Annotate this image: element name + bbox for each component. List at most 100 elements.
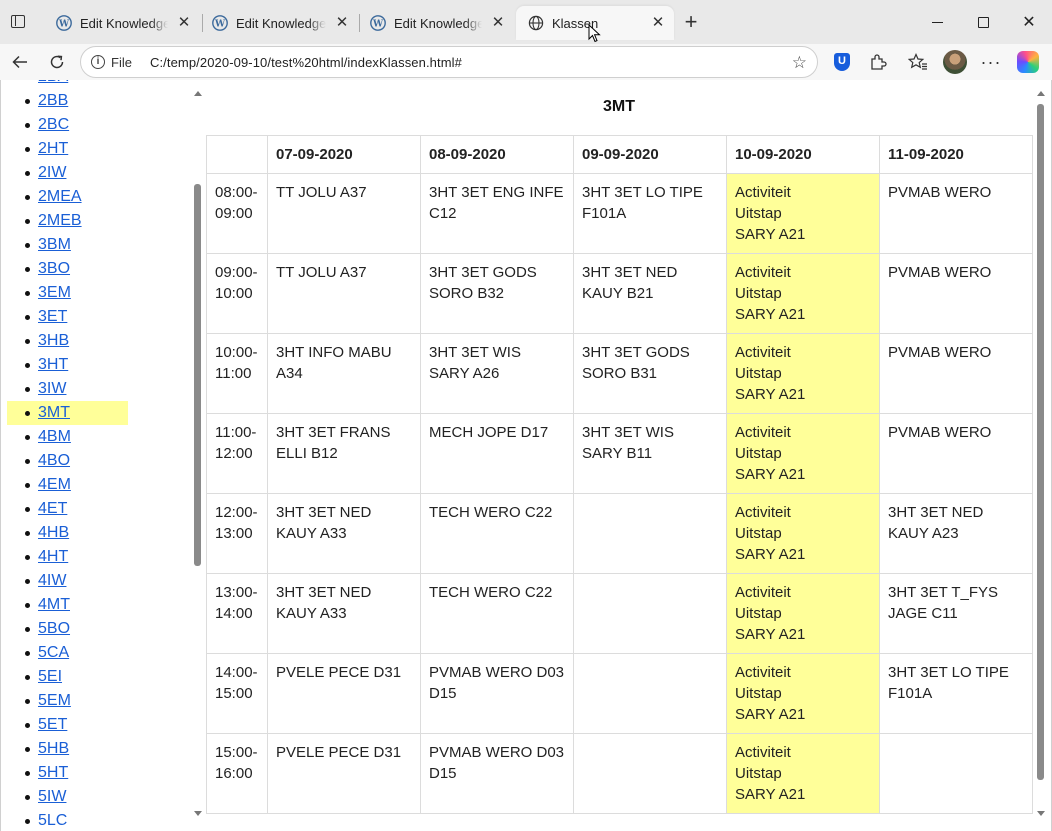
time-slot: 10:00- 11:00 [206, 333, 268, 414]
main-scrollbar[interactable] [1035, 86, 1047, 826]
sidebar-item-3bo: 3BO [7, 257, 192, 281]
new-tab-button[interactable]: + [681, 11, 701, 33]
class-link[interactable]: 3HB [38, 332, 69, 349]
close-window-button[interactable]: ✕ [1006, 8, 1052, 36]
class-link[interactable]: 3BM [38, 236, 71, 253]
lesson-cell: MECH JOPE D17 [420, 413, 574, 494]
tab-close-icon[interactable]: ✕ [650, 15, 666, 31]
class-link[interactable]: 5ET [38, 716, 67, 733]
lesson-cell: 3HT 3ET NED KAUY B21 [573, 253, 727, 334]
class-link[interactable]: 3BO [38, 260, 70, 277]
reload-button[interactable] [43, 49, 71, 75]
tab-close-icon[interactable]: ✕ [334, 15, 350, 31]
class-link[interactable]: 3HT [38, 356, 68, 373]
class-link[interactable]: 2IW [38, 164, 66, 181]
wordpress-icon: W [370, 15, 386, 31]
lesson-cell: 3HT 3ET GODS SORO B32 [420, 253, 574, 334]
class-link[interactable]: 2BA [38, 80, 68, 85]
url-text[interactable]: C:/temp/2020-09-10/test%20html/indexKlas… [150, 55, 462, 70]
scroll-up-icon[interactable] [194, 91, 202, 96]
class-link[interactable]: 5CA [38, 644, 69, 661]
time-text: 09:00 [215, 205, 253, 222]
class-link[interactable]: 4EM [38, 476, 71, 493]
class-link[interactable]: 4BO [38, 452, 70, 469]
class-link[interactable]: 3MT [38, 404, 70, 421]
tab-edit-knowledge-base-2[interactable]: W Edit Knowledge Base Article ✕ [200, 6, 358, 40]
favorites-button[interactable] [906, 50, 930, 74]
maximize-icon [977, 16, 989, 28]
schedule-row: 11:00- 12:00 3HT 3ET FRANS ELLI B12 MECH JO… [206, 413, 1033, 494]
lesson-text: Uitstap [735, 285, 782, 302]
sidebar-item-5ca: 5CA [7, 641, 192, 665]
class-link[interactable]: 5LC [38, 812, 67, 825]
class-link[interactable]: 3ET [38, 308, 67, 325]
lesson-text: 3HT 3ET ENG INFE C12 [429, 184, 564, 222]
class-link[interactable]: 4BM [38, 428, 71, 445]
time-text: 10:00- [215, 344, 258, 361]
more-menu-button[interactable]: ··· [979, 50, 1003, 74]
tab-edit-knowledge-base-1[interactable]: W Edit Knowledge Base Article ✕ [44, 6, 200, 40]
lesson-text: SARY A21 [735, 546, 806, 563]
tab-actions-icon[interactable] [8, 12, 30, 34]
class-link[interactable]: 5EM [38, 692, 71, 709]
class-link[interactable]: 5IW [38, 788, 66, 805]
favorite-star-icon[interactable]: ☆ [792, 53, 807, 73]
class-link[interactable]: 4HB [38, 524, 69, 541]
sidebar-item-5iw: 5IW [7, 785, 192, 809]
class-link[interactable]: 2BB [38, 92, 68, 109]
arrow-left-icon [12, 55, 27, 69]
class-link[interactable]: 4ET [38, 500, 67, 517]
sidebar-item-5et: 5ET [7, 713, 192, 737]
lesson-cell: TT JOLU A37 [267, 173, 421, 254]
scroll-up-icon[interactable] [1037, 91, 1045, 96]
tab-close-icon[interactable]: ✕ [490, 15, 506, 31]
wordpress-icon: W [212, 15, 228, 31]
class-link[interactable]: 3IW [38, 380, 66, 397]
scroll-down-icon[interactable] [194, 811, 202, 816]
page-title: 3MT [603, 98, 635, 115]
tab-close-icon[interactable]: ✕ [176, 15, 192, 31]
lesson-cell: 3HT 3ET T_FYS JAGE C11 [879, 573, 1033, 654]
time-text: 13:00- [215, 584, 258, 601]
class-link[interactable]: 4IW [38, 572, 66, 589]
lesson-cell: PVMAB WERO [879, 333, 1033, 414]
time-text: 14:00 [215, 605, 253, 622]
bitwarden-extension-button[interactable]: U [830, 50, 854, 74]
extensions-button[interactable] [866, 50, 890, 74]
class-link[interactable]: 4HT [38, 548, 68, 565]
tab-edit-knowledge-base-3[interactable]: W Edit Knowledge Base Article ✕ [358, 6, 514, 40]
minimize-button[interactable] [914, 8, 960, 36]
scroll-down-icon[interactable] [1037, 811, 1045, 816]
profile-button[interactable] [943, 50, 967, 74]
class-link[interactable]: 2HT [38, 140, 68, 157]
copilot-button[interactable] [1016, 50, 1040, 74]
back-button[interactable] [6, 49, 34, 75]
info-icon[interactable]: i [91, 55, 105, 69]
class-list: 2BA 2BB 2BC 2HT 2IW 2MEA 2MEB 3BM 3BO 3EM 3ET 3HB 3H… [7, 80, 192, 825]
address-bar[interactable]: i File C:/temp/2020-09-10/test%20html/in… [80, 46, 818, 78]
class-link[interactable]: 3EM [38, 284, 71, 301]
class-link[interactable]: 2MEB [38, 212, 82, 229]
class-link[interactable]: 2BC [38, 116, 69, 133]
class-link[interactable]: 5HB [38, 740, 69, 757]
sidebar-item-2ht: 2HT [7, 137, 192, 161]
class-link[interactable]: 5BO [38, 620, 70, 637]
class-link[interactable]: 4MT [38, 596, 70, 613]
main-scroll-thumb[interactable] [1037, 104, 1044, 780]
schedule-row: 14:00- 15:00 PVELE PECE D31 PVMAB WERO D03 … [206, 653, 1033, 734]
schedule-header-row: 07-09-2020 08-09-2020 09-09-2020 10-09-2… [206, 135, 1033, 174]
sidebar-scrollbar[interactable] [191, 86, 205, 826]
lesson-text: Activiteit [735, 184, 791, 201]
lesson-text: TT JOLU A37 [276, 184, 367, 201]
svg-text:W: W [372, 20, 384, 30]
class-link[interactable]: 5EI [38, 668, 62, 685]
maximize-button[interactable] [960, 8, 1006, 36]
lesson-cell: PVMAB WERO [879, 173, 1033, 254]
time-text: 09:00- [215, 264, 258, 281]
sidebar-scroll-thumb[interactable] [194, 184, 201, 566]
class-link[interactable]: 2MEA [38, 188, 82, 205]
lesson-text: 3HT 3ET FRANS ELLI B12 [276, 424, 391, 462]
lesson-text: 3HT 3ET NED KAUY B21 [582, 264, 678, 302]
class-link[interactable]: 5HT [38, 764, 68, 781]
sidebar-item-4mt: 4MT [7, 593, 192, 617]
